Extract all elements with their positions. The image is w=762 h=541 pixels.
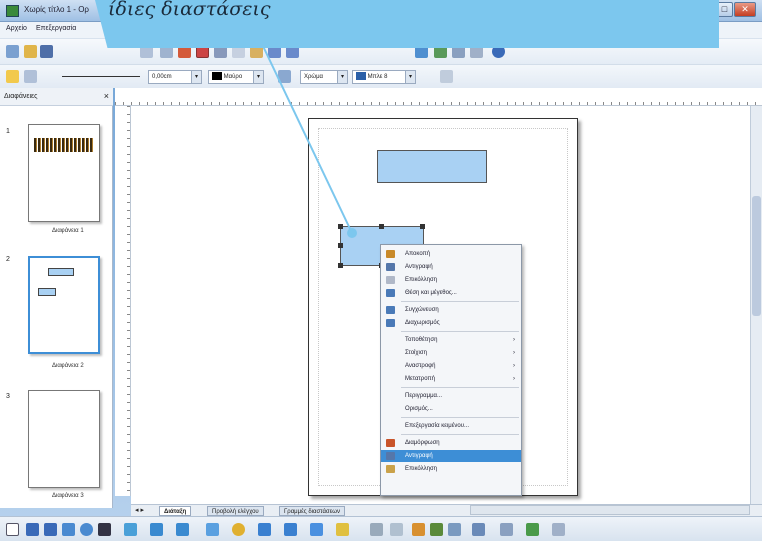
context-menu-item[interactable]: Περιγραμμα... [381,390,521,402]
insert-image-icon[interactable] [430,523,443,536]
menu-separator [401,387,519,388]
block-arrows-icon[interactable] [258,523,271,536]
arrange-icon[interactable] [526,523,539,536]
context-menu-item[interactable]: Ορισμός... [381,403,521,415]
context-menu-item[interactable]: Επικόλληση [381,274,521,286]
submenu-arrow-icon: › [513,350,515,356]
glue-points-icon[interactable] [390,523,403,536]
stars-icon[interactable] [336,523,349,536]
context-menu-item-label: Στοίχιση [405,350,427,356]
submenu-arrow-icon: › [513,363,515,369]
context-menu-item-label: Ορισμός... [405,406,433,412]
symbol-shapes-icon[interactable] [232,523,245,536]
context-menu-item[interactable]: Επικόλληση [381,463,521,475]
context-menu-item-label: Τοποθέτηση [405,337,438,343]
context-menu-item[interactable]: Μετατροπή › [381,373,521,385]
context-menu-item[interactable]: Αντιγραφή [381,450,521,462]
context-menu-item[interactable]: Συγχώνευση [381,304,521,316]
tab-nav-arrows-icon[interactable]: ◂ ▸ [135,506,144,514]
merge-icon [386,306,395,314]
menu-separator [401,434,519,435]
extrusion-icon[interactable] [472,523,485,536]
context-menu-item[interactable]: Αναστροφή › [381,360,521,372]
callouts-icon[interactable] [310,523,323,536]
connector-tool-icon[interactable] [150,523,163,536]
gallery-icon[interactable] [448,523,461,536]
context-menu-item-label: Αποκοπή [405,251,431,257]
context-menu-item-label: Αντιγραφή [405,264,433,270]
copy-icon [386,263,395,271]
menu-separator [401,301,519,302]
points-icon[interactable] [370,523,383,536]
text-tool-icon[interactable] [98,523,111,536]
context-menu-item-label: Επεξεργασία κειμένου... [405,423,469,429]
tab-controls[interactable]: Προβολή ελέγχου [207,506,264,516]
context-menu-item-label: Συγχώνευση [405,307,439,313]
context-menu-item-label: Διαχωρισμός [405,320,440,326]
rectangle-tool-icon[interactable] [62,523,75,536]
menu-separator [401,417,519,418]
paste-icon [386,276,395,284]
arrow-tool-icon[interactable] [44,523,57,536]
submenu-arrow-icon: › [513,376,515,382]
context-menu-item-label: Διαμόρφωση [405,440,440,446]
context-menu-item[interactable]: Διαμόρφωση [381,437,521,449]
toolbar-options-icon[interactable] [552,523,565,536]
horizontal-scrollbar[interactable] [470,505,750,515]
tab-layout[interactable]: Διάταξη [159,506,192,516]
ellipse-tool-icon[interactable] [80,523,93,536]
context-menu-item[interactable]: Αντιγραφή [381,261,521,273]
curve-tool-icon[interactable] [124,523,137,536]
context-menu: Αποκοπή Αντιγραφή Επικόλληση Θέση και μέγεθ… [380,244,522,496]
scissors-icon [386,250,395,258]
flowchart-icon[interactable] [284,523,297,536]
context-menu-item[interactable]: Στοίχιση › [381,347,521,359]
context-menu-item-label: Αντιγραφή [405,453,433,459]
context-menu-item[interactable]: Τοποθέτηση › [381,334,521,346]
context-menu-item[interactable]: Θέση και μέγεθος... [381,287,521,299]
line-tool-icon[interactable] [26,523,39,536]
fontwork-icon[interactable] [412,523,425,536]
split-icon [386,319,395,327]
context-menu-item-label: Μετατροπή [405,376,435,382]
tab-dimension-lines[interactable]: Γραμμές διαστάσεων [279,506,345,516]
context-menu-item[interactable]: Επεξεργασία κειμένου... [381,420,521,432]
context-menu-item-label: Επικόλληση [405,277,438,283]
context-menu-item-label: Θέση και μέγεθος... [405,290,457,296]
basic-shapes-icon[interactable] [206,523,219,536]
select-arrow-icon[interactable] [6,523,19,536]
submenu-arrow-icon: › [513,337,515,343]
context-menu-item-label: Επικόλληση [405,466,438,472]
menu-separator [401,331,519,332]
context-menu-item-label: Αναστροφή [405,363,436,369]
paste-icon [386,465,395,473]
context-menu-item-label: Περιγραμμα... [405,393,443,399]
lines-arrows-icon[interactable] [176,523,189,536]
format-icon [386,439,395,447]
align-icon[interactable] [500,523,513,536]
context-menu-item[interactable]: Διαχωρισμός [381,317,521,329]
copy-icon [386,452,395,460]
position-size-icon [386,289,395,297]
drawing-toolbar [0,516,762,541]
context-menu-item[interactable]: Αποκοπή [381,248,521,260]
callout-text: ίδιες διαστάσεις [108,0,271,20]
